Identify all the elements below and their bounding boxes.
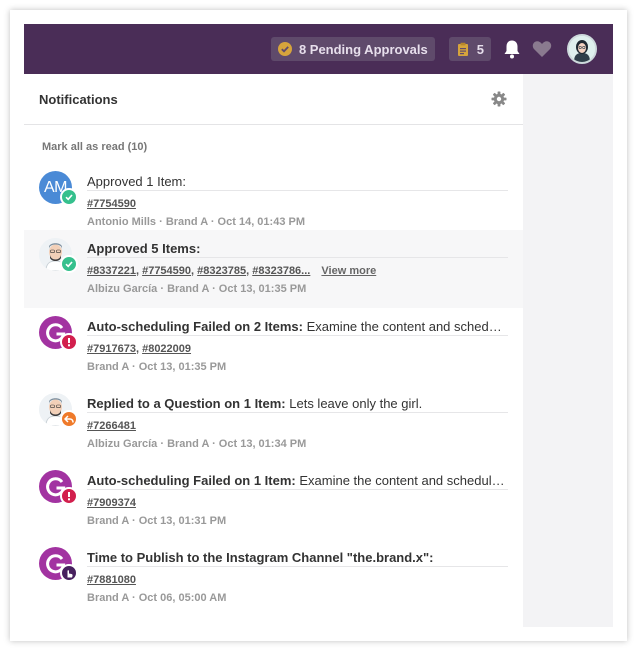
notification-item[interactable]: Auto-scheduling Failed on 2 Items: Exami… [24, 308, 523, 385]
notification-links: #7754590 [87, 196, 508, 212]
notification-title: Approved 1 Item: [87, 173, 508, 191]
user-portrait-icon [569, 36, 595, 62]
check-circle-icon [277, 42, 292, 56]
bell-icon[interactable] [501, 38, 523, 60]
notifications-panel: Notifications Mark all as read (10) AM A… [24, 74, 523, 627]
notification-meta: Brand A · Oct 13, 01:31 PM [87, 515, 227, 527]
notification-title-text: Approved 5 Items: [87, 241, 201, 256]
notification-links: #7909374 [87, 495, 508, 511]
item-link[interactable]: #7881080 [87, 574, 136, 586]
notification-title: Approved 5 Items: [87, 240, 508, 258]
notification-item[interactable]: Approved 5 Items: #8337221, #7754590, #8… [24, 230, 523, 308]
check-badge-icon [60, 188, 78, 206]
error-badge-icon [60, 487, 78, 505]
notification-item[interactable]: AM Approved 1 Item: #7754590 Antonio Mil… [24, 163, 523, 230]
reply-badge-icon [60, 410, 78, 428]
pending-approvals-button[interactable]: 8 Pending Approvals [270, 37, 435, 61]
item-link[interactable]: #7909374 [87, 497, 136, 509]
notification-meta: Antonio Mills · Brand A · Oct 14, 01:43 … [87, 216, 305, 228]
item-link[interactable]: #8022009 [142, 343, 191, 355]
item-link[interactable]: #7754590 [87, 198, 136, 210]
notification-links: #7881080 [87, 572, 508, 588]
item-link[interactable]: #8337221 [87, 265, 136, 277]
notification-title-text: Auto-scheduling Failed on 1 Item: [87, 473, 296, 488]
item-link[interactable]: #7754590 [142, 265, 191, 277]
notification-meta: Albizu García · Brand A · Oct 13, 01:34 … [87, 438, 307, 450]
notification-title-text: Replied to a Question on 1 Item: [87, 396, 286, 411]
notification-links: #7917673, #8022009 [87, 343, 192, 355]
notification-meta: Brand A · Oct 06, 05:00 AM [87, 592, 227, 604]
notifications-header: Notifications [24, 74, 523, 125]
notification-links: #8337221, #7754590, #8323785, #8323786..… [87, 265, 377, 277]
notification-title-text: Auto-scheduling Failed on 2 Items: [87, 319, 303, 334]
notifications-title: Notifications [39, 91, 118, 107]
notification-title: Time to Publish to the Instagram Channel… [87, 549, 508, 567]
gear-icon[interactable] [491, 91, 507, 107]
item-link[interactable]: #7266481 [87, 420, 136, 432]
notification-item[interactable]: Auto-scheduling Failed on 1 Item: Examin… [24, 462, 523, 539]
pending-approvals-label: 8 Pending Approvals [298, 41, 428, 57]
view-more-link[interactable]: View more [321, 265, 376, 277]
hand-pointer-badge-icon [60, 564, 78, 582]
tasks-button[interactable]: 5 [448, 37, 491, 61]
background-area [523, 74, 613, 627]
notification-title-text: Time to Publish to the Instagram Channel… [87, 550, 434, 565]
notification-item[interactable]: Time to Publish to the Instagram Channel… [24, 539, 523, 616]
notification-title: Auto-scheduling Failed on 1 Item: Examin… [87, 472, 508, 490]
notification-message: Examine the content and schedule... [302, 319, 508, 334]
heart-icon[interactable] [531, 38, 553, 60]
notification-title-text: Approved 1 Item: [87, 174, 186, 189]
notification-message: Examine the content and schedule... [295, 473, 508, 488]
mark-all-read-link[interactable]: Mark all as read (10) [24, 125, 523, 163]
notification-message: Lets leave only the girl. [285, 396, 423, 411]
tasks-count: 5 [476, 41, 484, 57]
check-badge-icon [60, 255, 78, 273]
item-link[interactable]: #8323785 [197, 265, 246, 277]
top-bar: 8 Pending Approvals 5 [24, 24, 613, 74]
clipboard-icon [457, 42, 468, 56]
item-link[interactable]: #7917673 [87, 343, 136, 355]
notification-item[interactable]: Replied to a Question on 1 Item: Lets le… [24, 385, 523, 462]
user-avatar[interactable] [567, 34, 597, 64]
notification-links: #7266481 [87, 418, 508, 434]
notification-meta: Albizu García · Brand A · Oct 13, 01:35 … [87, 283, 307, 295]
notification-title: Replied to a Question on 1 Item: Lets le… [87, 395, 508, 413]
notification-title: Auto-scheduling Failed on 2 Items: Exami… [87, 318, 508, 336]
error-badge-icon [60, 333, 78, 351]
notification-meta: Brand A · Oct 13, 01:35 PM [87, 361, 227, 373]
item-link[interactable]: #8323786... [252, 265, 310, 277]
